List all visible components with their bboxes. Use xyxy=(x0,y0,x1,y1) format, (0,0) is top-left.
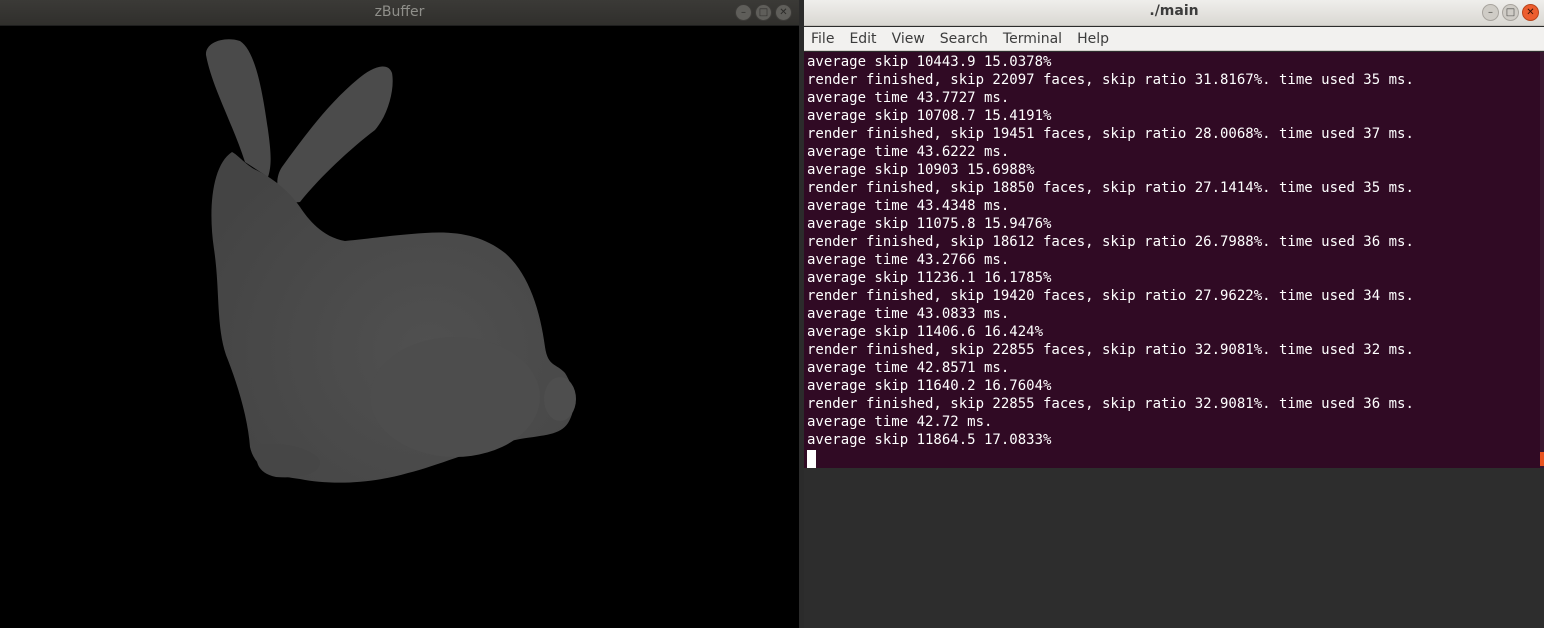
terminal-line: render finished, skip 18612 faces, skip … xyxy=(807,234,1414,250)
terminal-title: ./main xyxy=(1149,3,1199,19)
terminal-titlebar[interactable]: ./main – □ ✕ xyxy=(804,0,1544,26)
terminal-line: average skip 11864.5 17.0833% xyxy=(807,432,1052,448)
terminal-line: render finished, skip 19420 faces, skip … xyxy=(807,288,1414,304)
bunny-hind-leg xyxy=(370,337,540,457)
terminal-line: average skip 10903 15.6988% xyxy=(807,162,1035,178)
terminal-window: ./main – □ ✕ File Edit View Search Termi… xyxy=(804,0,1544,628)
maximize-icon[interactable]: □ xyxy=(1502,4,1519,21)
terminal-line: average time 43.6222 ms. xyxy=(807,144,1010,160)
terminal-line: average skip 10708.7 15.4191% xyxy=(807,108,1052,124)
terminal-line: render finished, skip 18850 faces, skip … xyxy=(807,180,1414,196)
menu-file[interactable]: File xyxy=(811,31,834,47)
zbuffer-render-canvas xyxy=(0,27,799,628)
close-icon[interactable]: ✕ xyxy=(1522,4,1539,21)
menu-view[interactable]: View xyxy=(892,31,925,47)
minimize-icon[interactable]: – xyxy=(735,4,752,21)
maximize-icon[interactable]: □ xyxy=(755,4,772,21)
terminal-line: average time 43.0833 ms. xyxy=(807,306,1010,322)
terminal-line: average skip 10443.9 15.0378% xyxy=(807,54,1052,70)
terminal-window-controls: – □ ✕ xyxy=(1482,4,1539,21)
terminal-line: average skip 11640.2 16.7604% xyxy=(807,378,1052,394)
bunny-back-ear xyxy=(205,39,271,178)
terminal-prompt-line[interactable] xyxy=(807,449,1414,468)
terminal-line: average time 43.2766 ms. xyxy=(807,252,1010,268)
terminal-line: average time 43.7727 ms. xyxy=(807,90,1010,106)
terminal-line: average skip 11075.8 15.9476% xyxy=(807,216,1052,232)
minimize-icon[interactable]: – xyxy=(1482,4,1499,21)
terminal-line: average time 42.72 ms. xyxy=(807,414,993,430)
desktop-background xyxy=(804,468,1544,628)
zbuffer-window: zBuffer – □ ✕ xyxy=(0,0,799,628)
bunny-tail xyxy=(544,377,576,421)
zbuffer-titlebar[interactable]: zBuffer – □ ✕ xyxy=(0,0,799,26)
bunny-depth-render xyxy=(205,39,576,483)
terminal-line: render finished, skip 22855 faces, skip … xyxy=(807,342,1414,358)
terminal-line: average skip 11406.6 16.424% xyxy=(807,324,1044,340)
terminal-output[interactable]: average skip 10443.9 15.0378% render fin… xyxy=(804,52,1540,468)
terminal-line: render finished, skip 22097 faces, skip … xyxy=(807,72,1414,88)
menu-edit[interactable]: Edit xyxy=(849,31,876,47)
bunny-front-ear xyxy=(277,66,393,203)
zbuffer-title: zBuffer xyxy=(374,4,425,20)
terminal-line: render finished, skip 19451 faces, skip … xyxy=(807,126,1414,142)
zbuffer-window-controls: – □ ✕ xyxy=(735,4,792,21)
close-icon[interactable]: ✕ xyxy=(775,4,792,21)
terminal-cursor xyxy=(807,450,816,468)
terminal-line: render finished, skip 22855 faces, skip … xyxy=(807,396,1414,412)
terminal-line: average time 43.4348 ms. xyxy=(807,198,1010,214)
menu-search[interactable]: Search xyxy=(940,31,988,47)
terminal-line: average time 42.8571 ms. xyxy=(807,360,1010,376)
menu-help[interactable]: Help xyxy=(1077,31,1109,47)
terminal-lines: average skip 10443.9 15.0378% render fin… xyxy=(807,53,1414,468)
menu-terminal[interactable]: Terminal xyxy=(1003,31,1062,47)
scrollbar-thumb[interactable] xyxy=(1540,452,1544,466)
terminal-line: average skip 11236.1 16.1785% xyxy=(807,270,1052,286)
terminal-scrollbar[interactable] xyxy=(1540,52,1544,468)
terminal-menubar: File Edit View Search Terminal Help xyxy=(804,27,1544,51)
